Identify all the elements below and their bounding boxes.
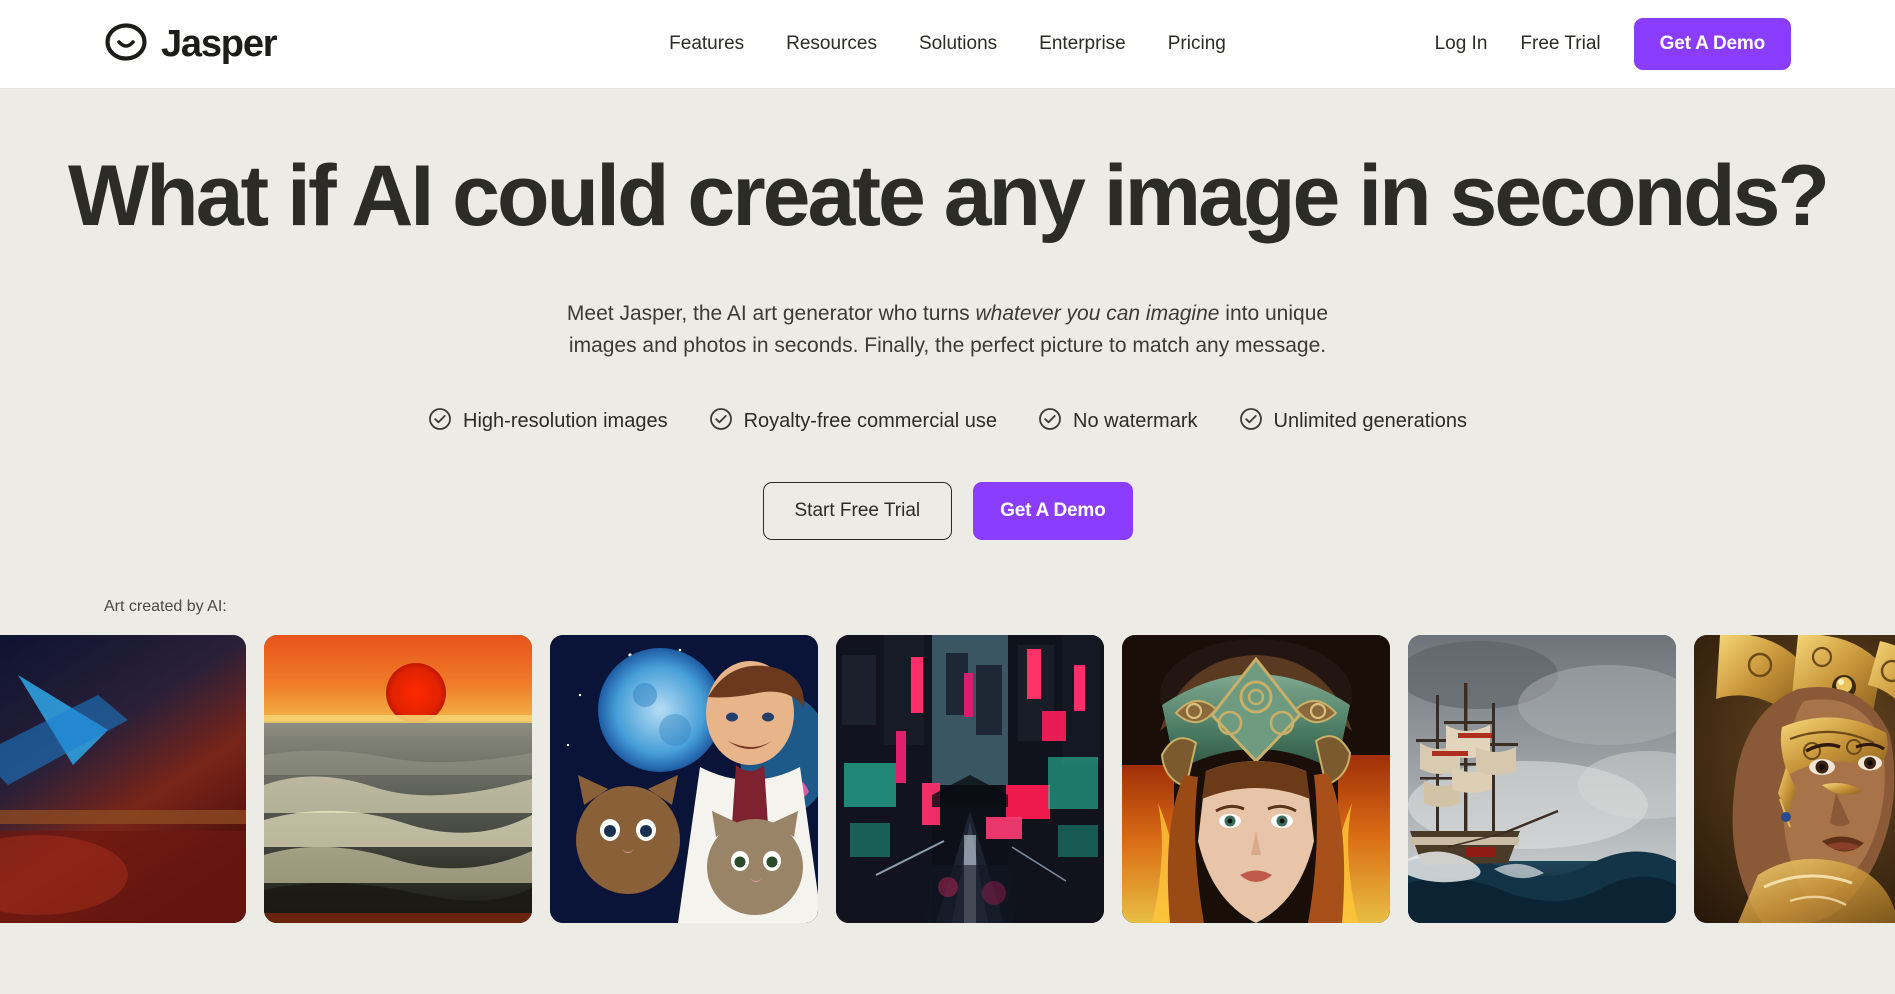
feature-item-high-resolution: High-resolution images [428, 407, 668, 436]
brand-name: Jasper [161, 23, 278, 65]
main-navigation: Features Resources Solutions Enterprise … [669, 33, 1226, 55]
gallery-item-man-with-kittens[interactable] [550, 635, 818, 923]
nav-item-enterprise[interactable]: Enterprise [1039, 33, 1126, 55]
get-a-demo-button-hero[interactable]: Get A Demo [973, 482, 1133, 541]
gallery-item-golden-masked-warrior[interactable] [1694, 635, 1895, 923]
subhead-text-lead: Meet Jasper, the AI art generator who tu… [566, 302, 976, 326]
feature-list: High-resolution images Royalty-free comm… [0, 407, 1895, 436]
gallery-item-ocean-sunset[interactable] [264, 635, 532, 923]
free-trial-link[interactable]: Free Trial [1520, 33, 1600, 55]
start-free-trial-button[interactable]: Start Free Trial [762, 482, 953, 541]
feature-label: No watermark [1073, 410, 1198, 433]
hero-cta-row: Start Free Trial Get A Demo [0, 482, 1895, 541]
feature-label: High-resolution images [463, 410, 668, 433]
page-title: What if AI could create any image in sec… [67, 148, 1830, 244]
subhead-emphasis: whatever you can imagine [975, 302, 1220, 326]
check-circle-icon [1038, 407, 1062, 436]
get-a-demo-button-header[interactable]: Get A Demo [1633, 18, 1791, 70]
smiley-face-circle-icon [104, 22, 148, 67]
check-circle-icon [1239, 407, 1263, 436]
gallery-item-abstract-blue-red[interactable] [0, 635, 246, 923]
gallery-item-celtic-warrior-queen[interactable] [1122, 635, 1390, 923]
check-circle-icon [709, 407, 733, 436]
site-header: Jasper Features Resources Solutions Ente… [0, 0, 1895, 89]
hero-subheading: Meet Jasper, the AI art generator who tu… [548, 298, 1348, 362]
nav-item-pricing[interactable]: Pricing [1168, 33, 1226, 55]
header-actions: Log In Free Trial Get A Demo [1435, 18, 1791, 70]
nav-item-solutions[interactable]: Solutions [919, 33, 997, 55]
feature-label: Royalty-free commercial use [743, 410, 998, 433]
gallery-caption: Art created by AI: [104, 598, 227, 615]
login-link[interactable]: Log In [1435, 33, 1488, 55]
feature-item-unlimited-generations: Unlimited generations [1239, 407, 1467, 436]
feature-label: Unlimited generations [1273, 410, 1467, 433]
ai-art-gallery [0, 635, 1895, 923]
gallery-item-cyberpunk-street[interactable] [836, 635, 1104, 923]
nav-item-resources[interactable]: Resources [786, 33, 877, 55]
gallery-item-tall-ship-storm[interactable] [1408, 635, 1676, 923]
feature-item-royalty-free: Royalty-free commercial use [709, 407, 997, 436]
nav-item-features[interactable]: Features [669, 33, 744, 55]
hero-section: What if AI could create any image in sec… [0, 89, 1895, 994]
brand-logo[interactable]: Jasper [104, 22, 278, 67]
check-circle-icon [428, 407, 452, 436]
feature-item-no-watermark: No watermark [1038, 407, 1198, 436]
